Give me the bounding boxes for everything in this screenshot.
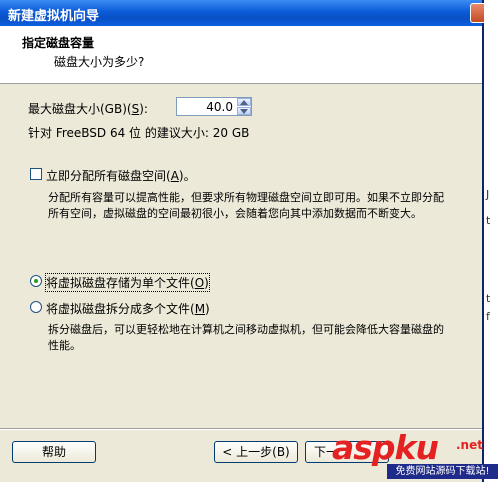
arrow-down-icon xyxy=(240,109,248,114)
allocate-all-checkbox[interactable] xyxy=(30,168,42,180)
spin-up-button[interactable] xyxy=(237,98,251,106)
back-button[interactable]: < 上一步(B) xyxy=(214,441,298,463)
allocate-description: 分配所有容量可以提高性能，但要求所有物理磁盘空间立即可用。如果不立即分配 所有空… xyxy=(48,191,444,220)
wizard-header: 指定磁盘容量 磁盘大小为多少? xyxy=(0,26,482,84)
window-title: 新建虚拟机向导 xyxy=(8,9,100,24)
recommended-size-text: 针对 FreeBSD 64 位 的建议大小: 20 GB xyxy=(28,126,250,140)
multi-file-description: 拆分磁盘后，可以更轻松地在计算机之间移动虚拟机，但可能会降低大容量磁盘的 性能。 xyxy=(48,323,444,352)
allocate-all-label[interactable]: 立即分配所有磁盘空间(A)。 xyxy=(46,167,196,184)
help-button[interactable]: 帮助 xyxy=(12,441,96,463)
background-app-fragment: J t t f xyxy=(484,0,500,482)
new-vm-wizard-window: 新建虚拟机向导 指定磁盘容量 磁盘大小为多少? 最大磁盘大小(GB)(S): 针… xyxy=(0,0,484,482)
watermark-tagline: 免费网站源码下载站! xyxy=(387,464,498,479)
radio-selected-dot xyxy=(34,279,38,283)
site-watermark: aspku .net 免费网站源码下载站! xyxy=(330,428,500,482)
close-button[interactable] xyxy=(470,3,484,23)
disk-size-input[interactable] xyxy=(177,98,235,115)
multi-file-label[interactable]: 将虚拟磁盘拆分成多个文件(M) xyxy=(46,300,210,317)
watermark-logo: aspku xyxy=(332,428,439,467)
max-disk-size-label: 最大磁盘大小(GB)(S): xyxy=(28,102,148,116)
spin-down-button[interactable] xyxy=(237,107,251,115)
single-file-label[interactable]: 将虚拟磁盘存储为单个文件(O) xyxy=(45,273,210,292)
disk-size-spinner[interactable] xyxy=(176,97,252,116)
page-subtitle: 磁盘大小为多少? xyxy=(54,55,145,69)
title-bar[interactable]: 新建虚拟机向导 xyxy=(0,0,484,26)
arrow-up-icon xyxy=(240,100,248,105)
multi-file-radio[interactable] xyxy=(30,301,42,313)
single-file-radio[interactable] xyxy=(30,275,42,287)
watermark-domain: .net xyxy=(456,438,483,452)
page-title: 指定磁盘容量 xyxy=(22,36,95,50)
